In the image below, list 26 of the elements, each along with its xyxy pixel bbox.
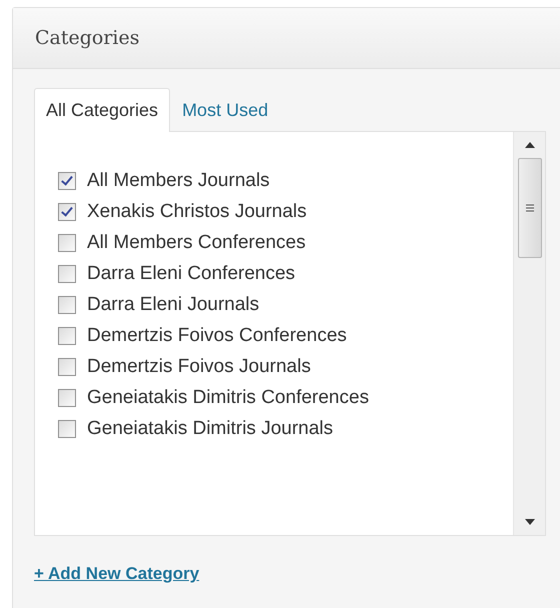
scroll-down-icon[interactable] [524,519,534,525]
panel-title: Categories [35,27,140,49]
checkbox[interactable] [58,358,76,376]
category-label: Demertzis Foivos Journals [87,356,311,378]
checkbox[interactable] [58,264,76,282]
category-label: Xenakis Christos Journals [87,200,307,222]
category-label: All Members Journals [87,170,270,192]
checkbox[interactable] [58,388,76,406]
category-label: Demertzis Foivos Conferences [87,324,347,346]
tab[interactable]: Most Used [170,88,280,132]
category-label: All Members Conferences [87,232,306,254]
scrollbar[interactable] [513,132,545,535]
checkbox[interactable] [58,202,76,220]
checkbox[interactable] [58,172,76,190]
add-category-link[interactable]: + Add New Category [34,564,200,584]
tab[interactable]: All Categories [34,88,170,132]
checkbox[interactable] [58,326,76,344]
checkbox[interactable] [58,234,76,252]
checkbox[interactable] [58,296,76,314]
category-label: Darra Eleni Journals [87,294,260,316]
checkbox[interactable] [58,420,76,438]
category-label: Geneiatakis Dimitris Conferences [87,386,369,408]
category-label: Geneiatakis Dimitris Journals [87,418,334,440]
category-label: Darra Eleni Conferences [87,262,296,284]
scroll-up-icon[interactable] [524,142,534,148]
scroll-thumb[interactable] [518,158,542,258]
